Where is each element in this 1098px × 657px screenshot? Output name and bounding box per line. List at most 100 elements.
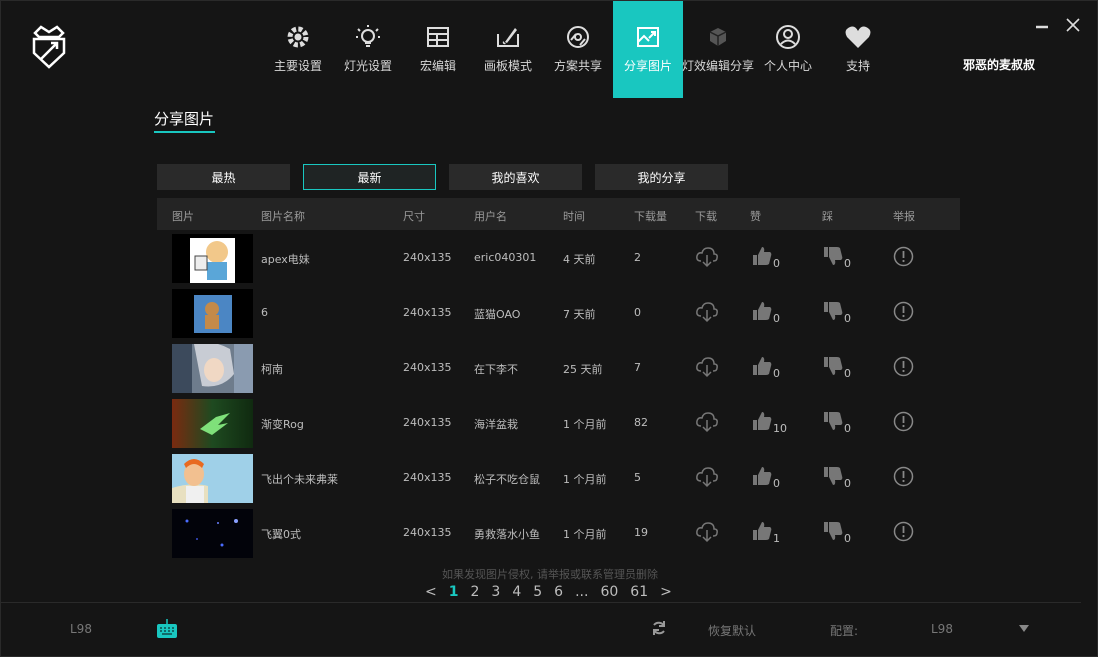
image-name: 飞出个未来弗莱 [261, 473, 338, 486]
thumbnail-image[interactable] [172, 289, 253, 338]
dislike-count: 0 [844, 312, 851, 325]
column-header-name: 图片名称 [261, 210, 305, 223]
thumbs-down-icon[interactable] [823, 301, 843, 321]
page-button-6[interactable]: 6 [548, 584, 569, 602]
page-button-60[interactable]: 60 [594, 584, 624, 602]
next-page-button[interactable]: > [654, 584, 678, 602]
thumbnail-image[interactable] [172, 344, 253, 393]
upload-time: 25 天前 [563, 363, 603, 376]
nav-item-label: 宏编辑 [419, 59, 456, 73]
minimize-icon[interactable] [1035, 17, 1049, 31]
table-row[interactable]: 6 240x135 蓝猫OAO 7 天前 0 0 0 [157, 286, 960, 341]
image-share-icon [634, 23, 662, 51]
username[interactable]: 邪恶的麦叔叔 [963, 56, 1035, 73]
download-icon[interactable] [695, 521, 719, 543]
app-window: 主要设置 灯光设置 宏编辑 画板模式 方案共享 分享图片 灯效编辑分享 个人中心… [0, 0, 1098, 657]
nav-item-personal-center[interactable]: 个人中心 [753, 1, 823, 98]
like-count: 1 [773, 532, 780, 545]
download-count: 19 [634, 526, 648, 539]
keyboard-icon[interactable] [156, 618, 178, 640]
report-icon[interactable] [893, 411, 914, 432]
image-size: 240x135 [403, 471, 452, 484]
table-row[interactable]: apex电妹 240x135 eric040301 4 天前 2 0 0 [157, 231, 960, 286]
upload-time: 1 个月前 [563, 528, 607, 541]
table-row[interactable]: 渐变Rog 240x135 海洋盆栽 1 个月前 82 10 0 [157, 396, 960, 451]
download-count: 5 [634, 471, 641, 484]
table-row[interactable]: 柯南 240x135 在下李不 25 天前 7 0 0 [157, 341, 960, 396]
chevron-down-icon[interactable] [1019, 625, 1029, 633]
thumbnail-image[interactable] [172, 399, 253, 448]
prev-page-button[interactable]: < [419, 584, 443, 602]
report-icon[interactable] [893, 301, 914, 322]
heart-icon [844, 23, 872, 51]
image-name: 渐变Rog [261, 418, 304, 431]
device-name: L98 [70, 622, 92, 636]
filter-tab-hottest[interactable]: 最热 [157, 164, 290, 190]
download-count: 0 [634, 306, 641, 319]
upload-time: 7 天前 [563, 308, 596, 321]
thumbs-down-icon[interactable] [823, 521, 843, 541]
table-row[interactable]: 飞出个未来弗莱 240x135 松子不吃仓鼠 1 个月前 5 0 0 [157, 451, 960, 506]
download-icon[interactable] [695, 301, 719, 323]
upload-time: 1 个月前 [563, 473, 607, 486]
table-header: 图片 图片名称 尺寸 用户名 时间 下载量 下载 赞 踩 举报 [157, 198, 960, 230]
paint-icon [494, 23, 522, 51]
column-header-like: 赞 [750, 210, 761, 223]
thumbs-down-icon[interactable] [823, 411, 843, 431]
download-icon[interactable] [695, 411, 719, 433]
user-name: 蓝猫OAO [474, 308, 521, 321]
disc-icon [564, 23, 592, 51]
image-name: 飞翼0式 [261, 528, 301, 541]
nav-item-canvas[interactable]: 画板模式 [473, 1, 543, 98]
nav-item-support[interactable]: 支持 [823, 1, 893, 98]
thumbs-up-icon[interactable] [752, 301, 772, 321]
image-name: apex电妹 [261, 253, 310, 266]
reset-default-button[interactable]: 恢复默认 [708, 622, 756, 639]
report-icon[interactable] [893, 246, 914, 267]
user-name: 在下李不 [474, 363, 518, 376]
page-button-3[interactable]: 3 [485, 584, 506, 602]
download-icon[interactable] [695, 356, 719, 378]
filter-tab-my-shares[interactable]: 我的分享 [595, 164, 728, 190]
nav-item-light-effect-share[interactable]: 灯效编辑分享 [682, 1, 754, 98]
thumbs-down-icon[interactable] [823, 466, 843, 486]
table-row[interactable]: 飞翼0式 240x135 勇救落水小鱼 1 个月前 19 1 0 [157, 506, 960, 561]
report-icon[interactable] [893, 466, 914, 487]
thumbs-down-icon[interactable] [823, 246, 843, 266]
nav-item-share-image[interactable]: 分享图片 [613, 1, 683, 98]
filter-tab-newest[interactable]: 最新 [303, 164, 436, 190]
thumbs-down-icon[interactable] [823, 356, 843, 376]
page-button-5[interactable]: 5 [527, 584, 548, 602]
nav-item-macro[interactable]: 宏编辑 [403, 1, 473, 98]
nav-item-lighting[interactable]: 灯光设置 [333, 1, 403, 98]
download-icon[interactable] [695, 466, 719, 488]
column-header-download: 下载 [695, 210, 717, 223]
thumbs-up-icon[interactable] [752, 411, 772, 431]
download-count: 2 [634, 251, 641, 264]
column-header-time: 时间 [563, 210, 585, 223]
image-size: 240x135 [403, 251, 452, 264]
report-icon[interactable] [893, 521, 914, 542]
download-icon[interactable] [695, 246, 719, 268]
nav-item-profile-share[interactable]: 方案共享 [543, 1, 613, 98]
thumbs-up-icon[interactable] [752, 466, 772, 486]
thumbnail-image[interactable] [172, 509, 253, 558]
thumbs-up-icon[interactable] [752, 356, 772, 376]
dislike-count: 0 [844, 477, 851, 490]
report-icon[interactable] [893, 356, 914, 377]
page-ellipsis: ... [575, 584, 589, 600]
nav-item-main-settings[interactable]: 主要设置 [263, 1, 333, 98]
page-button-2[interactable]: 2 [464, 584, 485, 602]
thumbs-up-icon[interactable] [752, 246, 772, 266]
thumbnail-image[interactable] [172, 454, 253, 503]
thumbnail-image[interactable] [172, 234, 253, 283]
page-button-4[interactable]: 4 [506, 584, 527, 602]
page-button-61[interactable]: 61 [624, 584, 654, 602]
refresh-icon[interactable] [651, 620, 667, 636]
filter-tab-my-likes[interactable]: 我的喜欢 [449, 164, 582, 190]
config-select[interactable]: L98 [931, 622, 953, 636]
page-button-1[interactable]: 1 [443, 584, 465, 602]
like-count: 10 [773, 422, 787, 435]
close-icon[interactable] [1065, 17, 1081, 33]
thumbs-up-icon[interactable] [752, 521, 772, 541]
